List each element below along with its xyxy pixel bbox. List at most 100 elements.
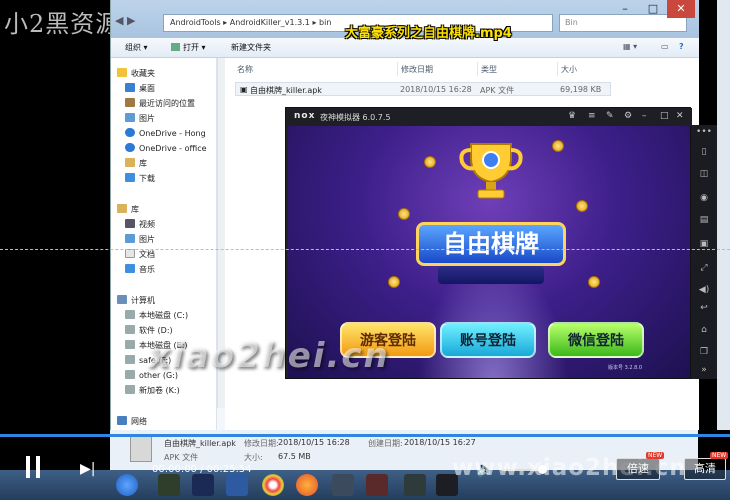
sidebar-item-pictures[interactable]: 图片 — [125, 234, 155, 245]
taskbar-app-icon[interactable] — [332, 474, 354, 496]
sidebar-item-favorites[interactable]: 收藏夹 — [117, 68, 155, 79]
view-options-icon[interactable]: ▦ ▾ — [623, 42, 637, 51]
coin-icon — [388, 276, 400, 288]
file-name: 自由棋牌_killer.apk — [250, 86, 322, 95]
top-left-watermark: 小2黑资源 — [4, 10, 121, 38]
sidebar-item-videos[interactable]: 视频 — [125, 219, 155, 230]
right-desktop-strip — [717, 0, 730, 430]
column-divider[interactable] — [557, 62, 558, 76]
account-login-button[interactable]: 账号登陆 — [440, 322, 536, 358]
open-button[interactable]: 打开 ▾ — [171, 42, 206, 53]
maximize-button[interactable]: □ — [639, 0, 667, 18]
home-icon[interactable]: ⌂ — [691, 325, 717, 335]
column-header-modified[interactable]: 修改日期 — [401, 64, 433, 75]
emulator-titlebar: nox 夜神模拟器 6.0.7.5 ♛ ≡ ✎ ⚙ – □ ✕ — [286, 108, 692, 126]
sidebar-item-drive-k[interactable]: 新加卷 (K:) — [125, 385, 180, 396]
start-icon[interactable] — [116, 474, 138, 496]
sidebar-item-computer[interactable]: 计算机 — [117, 295, 155, 306]
cloud-icon — [125, 143, 135, 152]
location-icon[interactable]: ◉ — [691, 193, 717, 203]
computer-icon — [117, 295, 127, 304]
pause-button[interactable] — [22, 456, 44, 480]
game-logo-base — [438, 266, 544, 284]
drive-icon — [125, 325, 135, 334]
column-divider[interactable] — [477, 62, 478, 76]
sidebar-item-pictures-fav[interactable]: 图片 — [125, 113, 155, 124]
screenshot-icon[interactable]: ▣ — [691, 239, 717, 249]
minimize-icon[interactable]: – — [642, 111, 647, 121]
rotate-icon[interactable]: ▯ — [691, 147, 717, 157]
taskbar-app-icon[interactable] — [226, 474, 248, 496]
sidebar-item-music[interactable]: 音乐 — [125, 264, 155, 275]
pin-icon[interactable]: ✎ — [606, 111, 614, 121]
library-icon — [117, 204, 127, 213]
new-folder-button[interactable]: 新建文件夹 — [231, 42, 271, 53]
time-separator: / — [196, 464, 207, 475]
photoshop-icon[interactable] — [192, 474, 214, 496]
table-row[interactable]: ▣ 自由棋牌_killer.apk 2018/10/15 16:28 APK 文… — [235, 82, 611, 96]
column-header-name[interactable]: 名称 — [237, 64, 253, 75]
help-icon[interactable]: ? — [679, 42, 684, 51]
recent-icon — [125, 98, 135, 107]
video-title: 大富豪系列之自由棋牌.mp4 — [345, 26, 512, 41]
preview-pane-icon[interactable]: ▭ — [661, 42, 669, 51]
emulator-menu-icon[interactable]: ♛ — [568, 111, 576, 121]
minimize-button[interactable]: – — [611, 0, 639, 18]
apk-file-icon: ▣ — [240, 85, 248, 94]
sidebar-item-label: 图片 — [139, 235, 155, 244]
keyboard-icon[interactable]: ▤ — [691, 215, 717, 225]
address-segment[interactable]: bin — [319, 18, 331, 27]
firefox-icon[interactable] — [296, 474, 318, 496]
organize-button[interactable]: 组织 ▾ — [125, 42, 148, 53]
sidebar-item-label: 桌面 — [139, 84, 155, 93]
sidebar-item-network[interactable]: 网络 — [117, 416, 147, 427]
sidebar-item-desktop[interactable]: 桌面 — [125, 83, 155, 94]
address-segment[interactable]: AndroidKiller_v1.3.1 — [230, 18, 310, 27]
gear-icon[interactable]: ⚙ — [624, 111, 632, 121]
speed-button[interactable]: 倍速 — [616, 458, 660, 480]
emulator-side-toolbar: ••• ▯ ◫ ◉ ▤ ▣ ⤢ ◀) ↩ ⌂ ❐ » — [691, 125, 717, 379]
taskbar-app-icon[interactable] — [158, 474, 180, 496]
more-icon[interactable]: ••• — [691, 127, 717, 137]
volume-icon[interactable]: ◀) — [691, 285, 717, 295]
guide-line — [0, 249, 730, 250]
chrome-icon[interactable] — [262, 474, 284, 496]
column-header-size[interactable]: 大小 — [561, 64, 577, 75]
sidebar-item-recent[interactable]: 最近访问的位置 — [125, 98, 195, 109]
sidebar-item-libraries[interactable]: 库 — [117, 204, 139, 215]
sidebar-item-label: 库 — [139, 159, 147, 168]
sidebar-item-downloads[interactable]: 下载 — [125, 173, 155, 184]
close-button[interactable]: ✕ — [667, 0, 695, 18]
next-icon[interactable]: ▶| — [80, 461, 95, 477]
coin-icon — [424, 156, 436, 168]
explorer-toolbar: 组织 ▾ 打开 ▾ 新建文件夹 ▦ ▾ ▭ ? — [111, 38, 699, 58]
maximize-icon[interactable]: □ — [660, 111, 669, 121]
close-icon[interactable]: ✕ — [676, 111, 684, 121]
emulator-name: 夜神模拟器 6.0.7.5 — [320, 113, 391, 122]
sidebar-item-label: OneDrive - Hong — [139, 129, 206, 138]
emulator-list-icon[interactable]: ≡ — [588, 111, 596, 121]
taskbar-app-icon[interactable] — [366, 474, 388, 496]
sidebar-item-onedrive-hong[interactable]: OneDrive - Hong — [125, 128, 206, 138]
sidebar-item-drive-d[interactable]: 软件 (D:) — [125, 325, 173, 336]
sidebar-item-onedrive-office[interactable]: OneDrive - office — [125, 143, 207, 153]
recent-apps-icon[interactable]: ❐ — [691, 347, 717, 357]
video-progress-bar[interactable] — [0, 434, 730, 437]
back-icon[interactable]: ↩ — [691, 303, 717, 313]
network-icon — [117, 416, 127, 425]
address-segment[interactable]: AndroidTools — [170, 18, 221, 27]
column-header-type[interactable]: 类型 — [481, 64, 497, 75]
taskbar-app-icon[interactable] — [404, 474, 426, 496]
column-divider[interactable] — [397, 62, 398, 76]
expand-icon[interactable]: » — [691, 365, 717, 375]
sidebar-item-drive-c[interactable]: 本地磁盘 (C:) — [125, 310, 188, 321]
current-time: 00:00:00 — [152, 464, 197, 475]
robot-icon[interactable]: ◫ — [691, 169, 717, 179]
new-badge: NEW — [710, 452, 729, 459]
sidebar-item-documents[interactable]: 文档 — [125, 249, 155, 260]
sidebar-item-library-fav[interactable]: 库 — [125, 158, 147, 169]
wechat-login-button[interactable]: 微信登陆 — [548, 322, 644, 358]
nav-buttons[interactable]: ◀ ▶ — [115, 14, 159, 32]
quality-button[interactable]: 高清 — [684, 458, 726, 480]
fullscreen-icon[interactable]: ⤢ — [691, 263, 717, 273]
